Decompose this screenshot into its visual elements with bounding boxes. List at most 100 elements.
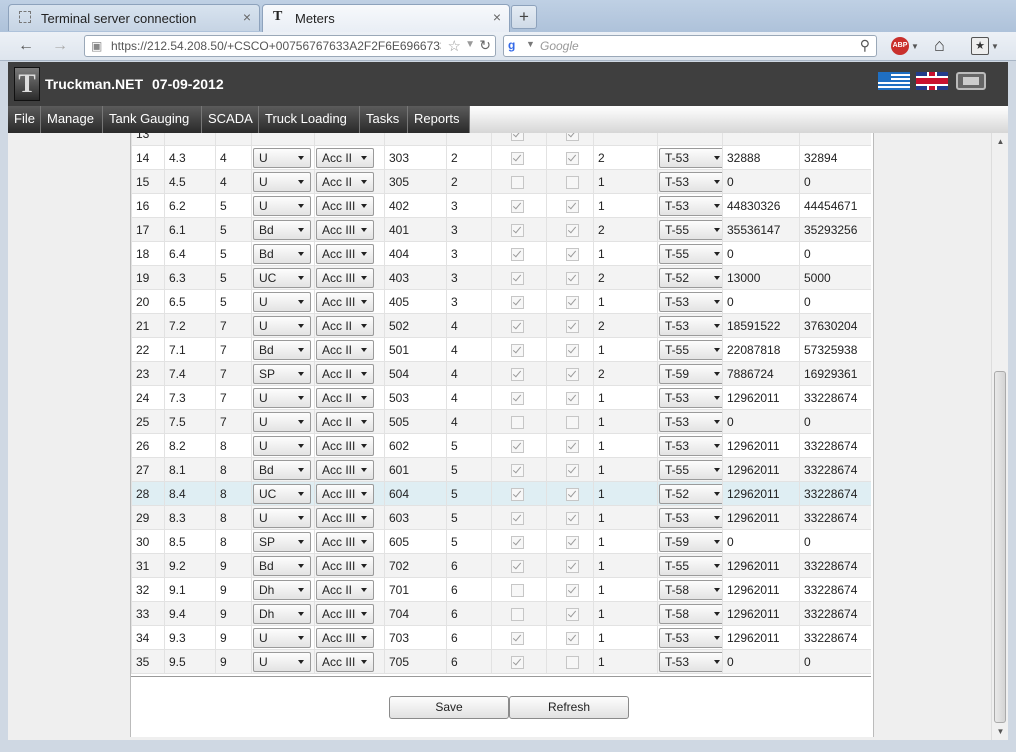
table-row[interactable]: 31 9.2 9 Bd Acc III 702 6 1 T-55 12962011 33228674 bbox=[131, 553, 871, 578]
save-button[interactable]: Save bbox=[389, 696, 509, 719]
tank-meter-dropdown[interactable]: T-53 bbox=[659, 507, 722, 528]
close-tab-icon[interactable]: × bbox=[243, 9, 251, 25]
tank-meter-dropdown[interactable]: T-53 bbox=[659, 291, 722, 312]
bookmark-star-icon[interactable]: ☆ bbox=[448, 37, 461, 55]
enabled-checkbox[interactable] bbox=[511, 391, 524, 405]
accuracy-class-dropdown[interactable]: Acc III bbox=[316, 267, 374, 288]
product-type-dropdown[interactable]: SP bbox=[253, 363, 311, 384]
accuracy-class-dropdown[interactable]: Acc III bbox=[316, 555, 374, 576]
accuracy-class-dropdown[interactable]: Acc III bbox=[316, 603, 374, 624]
product-type-dropdown[interactable]: U bbox=[253, 315, 311, 336]
accuracy-class-dropdown[interactable]: Acc III bbox=[316, 531, 374, 552]
product-type-dropdown[interactable]: UC bbox=[253, 483, 311, 504]
enabled-checkbox[interactable] bbox=[511, 583, 524, 597]
active-checkbox[interactable] bbox=[566, 655, 579, 669]
tank-meter-dropdown[interactable]: T-53 bbox=[659, 651, 722, 672]
scroll-down-icon[interactable]: ▼ bbox=[992, 723, 1008, 740]
accuracy-class-dropdown[interactable]: Acc III bbox=[316, 195, 374, 216]
back-icon[interactable]: ← bbox=[14, 36, 38, 56]
new-tab-button[interactable]: + bbox=[511, 5, 537, 29]
active-checkbox[interactable] bbox=[566, 487, 579, 501]
enabled-checkbox[interactable] bbox=[511, 295, 524, 309]
product-type-dropdown[interactable]: U bbox=[253, 387, 311, 408]
active-checkbox[interactable] bbox=[566, 199, 579, 213]
table-row[interactable]: 26 8.2 8 U Acc III 602 5 1 T-53 12962011 33228674 bbox=[131, 433, 871, 458]
scroll-thumb[interactable] bbox=[994, 371, 1006, 723]
active-checkbox[interactable] bbox=[566, 343, 579, 357]
product-type-dropdown[interactable]: U bbox=[253, 651, 311, 672]
active-checkbox[interactable] bbox=[566, 631, 579, 645]
enabled-checkbox[interactable] bbox=[511, 559, 524, 573]
tab-meters[interactable]: T Meters × bbox=[262, 4, 510, 32]
tank-meter-dropdown[interactable]: T-58 bbox=[659, 603, 722, 624]
product-type-dropdown[interactable]: Bd bbox=[253, 555, 311, 576]
accuracy-class-dropdown[interactable]: Acc II bbox=[316, 363, 374, 384]
home-icon[interactable]: ⌂ bbox=[934, 35, 945, 56]
active-checkbox[interactable] bbox=[566, 247, 579, 261]
accuracy-class-dropdown[interactable]: Acc II bbox=[316, 411, 374, 432]
product-type-dropdown[interactable]: U bbox=[253, 507, 311, 528]
table-row[interactable]: 34 9.3 9 U Acc III 703 6 1 T-53 12962011 33228674 bbox=[131, 625, 871, 650]
tank-meter-dropdown[interactable]: T-55 bbox=[659, 339, 722, 360]
table-row[interactable]: 25 7.5 7 U Acc II 505 4 1 T-53 0 0 bbox=[131, 409, 871, 434]
menu-tank-gauging[interactable]: Tank Gauging bbox=[103, 106, 202, 133]
table-row[interactable]: 23 7.4 7 SP Acc II 504 4 2 T-59 7886724 16929361 bbox=[131, 361, 871, 386]
table-row[interactable]: 13 bbox=[131, 133, 871, 146]
active-checkbox[interactable] bbox=[566, 415, 579, 429]
product-type-dropdown[interactable]: U bbox=[253, 435, 311, 456]
enabled-checkbox[interactable] bbox=[511, 223, 524, 237]
tank-meter-dropdown[interactable]: T-53 bbox=[659, 171, 722, 192]
table-row[interactable]: 18 6.4 5 Bd Acc III 404 3 1 T-55 0 0 bbox=[131, 241, 871, 266]
menu-manage[interactable]: Manage bbox=[41, 106, 103, 133]
accuracy-class-dropdown[interactable]: Acc III bbox=[316, 291, 374, 312]
table-row[interactable]: 22 7.1 7 Bd Acc II 501 4 1 T-55 22087818 57325938 bbox=[131, 337, 871, 362]
tank-meter-dropdown[interactable]: T-53 bbox=[659, 147, 722, 168]
tank-meter-dropdown[interactable]: T-55 bbox=[659, 555, 722, 576]
enabled-checkbox[interactable] bbox=[511, 511, 524, 525]
enabled-checkbox[interactable] bbox=[511, 463, 524, 477]
accuracy-class-dropdown[interactable]: Acc III bbox=[316, 219, 374, 240]
product-type-dropdown[interactable]: U bbox=[253, 411, 311, 432]
active-checkbox[interactable] bbox=[566, 319, 579, 333]
address-bar[interactable]: ▣ https://212.54.208.50/+CSCO+0075676763… bbox=[84, 35, 496, 57]
accuracy-class-dropdown[interactable]: Acc II bbox=[316, 315, 374, 336]
vertical-scrollbar[interactable]: ▲ ▼ bbox=[991, 133, 1008, 740]
active-checkbox[interactable] bbox=[566, 607, 579, 621]
product-type-dropdown[interactable]: Dh bbox=[253, 579, 311, 600]
active-checkbox[interactable] bbox=[566, 583, 579, 597]
tank-meter-dropdown[interactable]: T-59 bbox=[659, 531, 722, 552]
bookmarks-icon[interactable]: ★ bbox=[971, 37, 989, 55]
accuracy-class-dropdown[interactable]: Acc III bbox=[316, 435, 374, 456]
accuracy-class-dropdown[interactable]: Acc II bbox=[316, 147, 374, 168]
active-checkbox[interactable] bbox=[566, 391, 579, 405]
product-type-dropdown[interactable]: Bd bbox=[253, 339, 311, 360]
table-row[interactable]: 33 9.4 9 Dh Acc III 704 6 1 T-58 12962011 33228674 bbox=[131, 601, 871, 626]
enabled-checkbox[interactable] bbox=[511, 151, 524, 165]
table-row[interactable]: 19 6.3 5 UC Acc III 403 3 2 T-52 13000 5000 bbox=[131, 265, 871, 290]
enabled-checkbox[interactable] bbox=[511, 487, 524, 501]
enabled-checkbox[interactable] bbox=[511, 535, 524, 549]
uk-flag-icon[interactable] bbox=[916, 72, 948, 90]
accuracy-class-dropdown[interactable]: Acc III bbox=[316, 507, 374, 528]
table-row[interactable]: 24 7.3 7 U Acc II 503 4 1 T-53 12962011 33228674 bbox=[131, 385, 871, 410]
enabled-checkbox[interactable] bbox=[511, 319, 524, 333]
accuracy-class-dropdown[interactable]: Acc III bbox=[316, 651, 374, 672]
active-checkbox[interactable] bbox=[566, 175, 579, 189]
enabled-checkbox[interactable] bbox=[511, 175, 524, 189]
accuracy-class-dropdown[interactable]: Acc III bbox=[316, 243, 374, 264]
tank-meter-dropdown[interactable]: T-53 bbox=[659, 627, 722, 648]
table-row[interactable]: 20 6.5 5 U Acc III 405 3 1 T-53 0 0 bbox=[131, 289, 871, 314]
product-type-dropdown[interactable]: Dh bbox=[253, 603, 311, 624]
bookmarks-dropdown-icon[interactable]: ▼ bbox=[991, 42, 999, 51]
enabled-checkbox[interactable] bbox=[511, 199, 524, 213]
history-dropdown-icon[interactable]: ▼ bbox=[465, 39, 475, 50]
refresh-button[interactable]: Refresh bbox=[509, 696, 629, 719]
enabled-checkbox[interactable] bbox=[511, 133, 524, 141]
menu-tasks[interactable]: Tasks bbox=[360, 106, 408, 133]
tank-meter-dropdown[interactable]: T-53 bbox=[659, 315, 722, 336]
close-tab-icon[interactable]: × bbox=[493, 9, 501, 25]
greek-flag-icon[interactable] bbox=[878, 72, 910, 90]
active-checkbox[interactable] bbox=[566, 133, 579, 141]
tank-meter-dropdown[interactable]: T-58 bbox=[659, 579, 722, 600]
enabled-checkbox[interactable] bbox=[511, 655, 524, 669]
